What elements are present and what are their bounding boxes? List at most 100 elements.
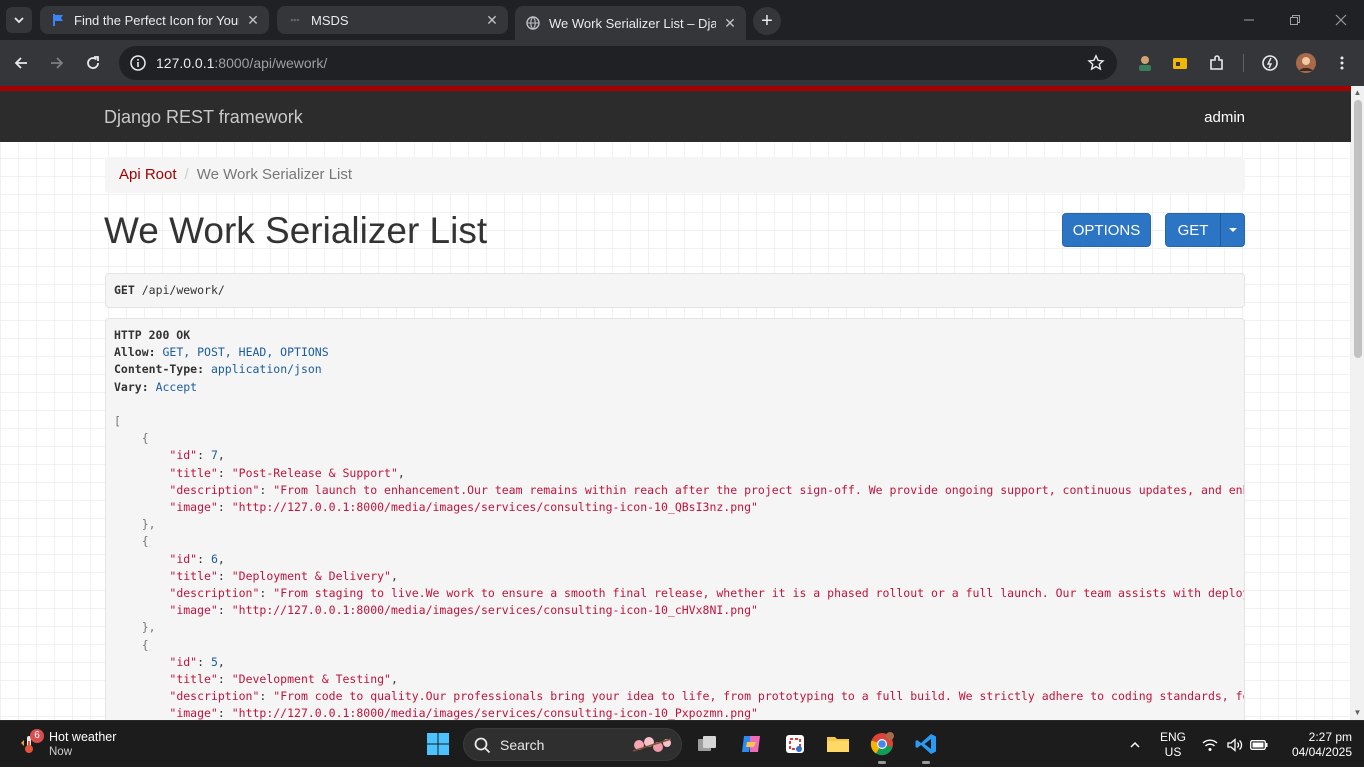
show-hidden-icons-button[interactable]	[1124, 721, 1146, 768]
kebab-menu-icon	[1340, 56, 1344, 70]
scroll-down-arrow-icon[interactable]: ▼	[1353, 708, 1362, 717]
chevron-down-icon	[14, 17, 24, 24]
response-info: HTTP 200 OK Allow: GET, POST, HEAD, OPTI…	[105, 318, 1245, 720]
clock-date: 04/04/2025	[1291, 745, 1352, 759]
json-open-bracket: [	[114, 414, 121, 429]
close-window-button[interactable]	[1318, 0, 1364, 40]
search-icon	[474, 737, 491, 754]
performance-button[interactable]	[1256, 49, 1284, 77]
taskbar-file-explorer[interactable]	[823, 729, 853, 759]
chrome-icon	[870, 732, 894, 756]
browser-tab-msds[interactable]: MSDS ✕	[277, 6, 508, 34]
windows-taskbar: 6 Hot weather Now Search ENG US 2:27 pm …	[0, 720, 1364, 767]
extension-folder-button[interactable]	[1166, 49, 1194, 77]
breadcrumb-current: We Work Serializer List	[196, 166, 353, 183]
arrow-left-icon	[14, 57, 27, 69]
request-path: /api/wework/	[141, 283, 225, 297]
page-viewport: Django REST framework admin Api Root / We …	[0, 86, 1351, 720]
restore-icon	[1290, 15, 1300, 25]
response-status: HTTP 200 OK	[114, 328, 191, 342]
scrollbar-thumb[interactable]	[1354, 100, 1362, 358]
breadcrumb-api-root[interactable]: Api Root	[119, 166, 177, 183]
breadcrumb-separator: /	[184, 166, 189, 183]
reload-button[interactable]	[79, 49, 107, 77]
taskbar-chrome[interactable]	[867, 729, 897, 764]
json-image-value[interactable]: "http://127.0.0.1:8000/media/images/serv…	[232, 603, 758, 617]
system-clock[interactable]: 2:27 pm 04/04/2025	[1290, 730, 1352, 760]
avatar-icon	[1296, 53, 1316, 73]
close-icon[interactable]: ✕	[484, 12, 500, 28]
brand-link[interactable]: Django REST framework	[104, 107, 303, 128]
json-image-value[interactable]: "http://127.0.0.1:8000/media/images/serv…	[232, 706, 758, 720]
back-button[interactable]	[7, 49, 35, 77]
search-highlight-icon	[632, 737, 672, 752]
profile-avatar[interactable]	[1292, 49, 1320, 77]
bookmark-star-icon[interactable]	[1087, 54, 1105, 72]
page-scrollbar[interactable]: ▲ ▼	[1351, 86, 1364, 720]
volume-status[interactable]	[1225, 721, 1245, 768]
minimize-button[interactable]	[1226, 0, 1272, 40]
task-view-icon	[698, 736, 716, 751]
json-id-value: 5	[210, 654, 218, 669]
close-icon[interactable]: ✕	[245, 12, 261, 28]
json-description-value: "From staging to live.We work to ensure …	[273, 586, 1245, 601]
battery-status[interactable]	[1249, 721, 1269, 768]
extension-avatar-button[interactable]	[1131, 49, 1159, 77]
battery-icon	[1250, 739, 1268, 750]
arrow-right-icon	[51, 57, 64, 69]
vscode-icon	[915, 734, 936, 754]
language-code: ENG	[1159, 730, 1186, 744]
browser-tab-wework[interactable]: We Work Serializer List – Djang ✕	[515, 6, 746, 40]
flag-icon	[50, 12, 66, 28]
browser-tab-strip: Find the Perfect Icon for Your Pr ✕ MSDS…	[0, 0, 1364, 40]
close-icon[interactable]: ✕	[722, 15, 738, 31]
wifi-status[interactable]	[1200, 721, 1220, 768]
tab-title: Find the Perfect Icon for Your Pr	[74, 12, 239, 28]
tab-search-button[interactable]	[6, 7, 32, 33]
drf-navbar: Django REST framework admin	[0, 86, 1351, 142]
copilot-icon	[742, 736, 760, 752]
caret-down-icon	[1228, 228, 1237, 232]
json-description-value: "From launch to enhancement.Our team rem…	[273, 482, 1245, 497]
request-info: GET /api/wework/	[105, 273, 1245, 308]
folder-extension-icon	[1173, 58, 1187, 69]
taskbar-snipping-tool[interactable]	[780, 729, 810, 759]
restore-button[interactable]	[1272, 0, 1318, 40]
snipping-tool-icon	[786, 735, 804, 753]
scroll-up-arrow-icon[interactable]: ▲	[1353, 88, 1362, 97]
url-text[interactable]: 127.0.0.1:8000/api/wework/	[156, 55, 327, 71]
taskbar-search[interactable]: Search	[463, 728, 682, 761]
speaker-icon	[1226, 737, 1242, 752]
person-extension-icon	[1139, 56, 1151, 71]
taskbar-task-view[interactable]	[692, 729, 722, 759]
header-value: GET, POST, HEAD, OPTIONS	[162, 345, 329, 360]
url-host: 127.0.0.1	[156, 55, 215, 71]
forward-button[interactable]	[43, 49, 71, 77]
folder-icon	[827, 737, 849, 752]
browser-tab-iconfinder[interactable]: Find the Perfect Icon for Your Pr ✕	[40, 6, 269, 34]
start-button[interactable]	[423, 729, 453, 759]
browser-menu-button[interactable]	[1328, 49, 1356, 77]
toolbar-divider	[1243, 54, 1244, 72]
wifi-icon	[1202, 738, 1218, 751]
header-value: application/json	[210, 362, 322, 377]
address-bar[interactable]: 127.0.0.1:8000/api/wework/	[119, 46, 1117, 80]
input-language[interactable]: ENG US	[1158, 730, 1188, 760]
get-format-dropdown[interactable]	[1220, 213, 1245, 247]
taskbar-vscode[interactable]	[911, 729, 941, 764]
weather-widget[interactable]: 6 Hot weather Now	[14, 727, 134, 761]
header-value: Accept	[155, 379, 198, 394]
extensions-button[interactable]	[1203, 49, 1231, 77]
taskbar-copilot[interactable]	[736, 729, 766, 759]
breadcrumb: Api Root / We Work Serializer List	[105, 157, 1245, 193]
loading-icon	[287, 12, 303, 28]
new-tab-button[interactable]: +	[753, 7, 781, 35]
reload-icon	[87, 56, 99, 69]
url-path: :8000/api/wework/	[214, 55, 328, 71]
running-indicator	[922, 761, 930, 764]
options-button[interactable]: OPTIONS	[1062, 213, 1151, 247]
get-button[interactable]: GET	[1165, 213, 1221, 247]
user-menu[interactable]: admin	[1204, 109, 1245, 126]
info-icon[interactable]	[129, 54, 147, 72]
json-image-value[interactable]: "http://127.0.0.1:8000/media/images/serv…	[232, 500, 758, 514]
